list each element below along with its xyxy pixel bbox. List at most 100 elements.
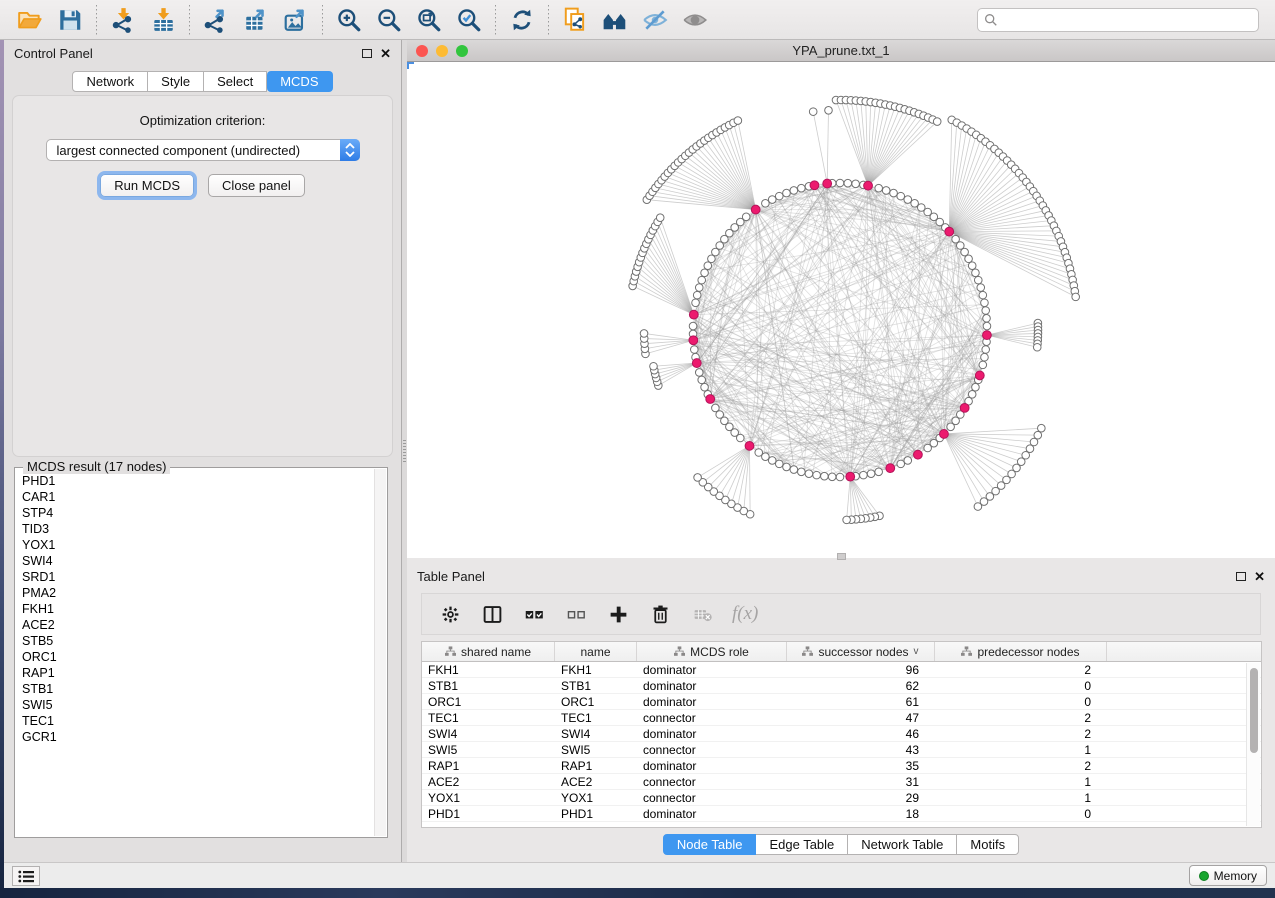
close-panel-icon[interactable]: ✕ [380, 47, 391, 60]
tab-edge-table[interactable]: Edge Table [756, 834, 848, 855]
result-node-item[interactable]: RAP1 [22, 665, 373, 681]
first-neighbors-button[interactable] [595, 4, 635, 36]
column-header-shared-name[interactable]: shared name [422, 642, 555, 661]
column-header-successor-nodes[interactable]: successor nodesv [787, 642, 935, 661]
cell-shared-name[interactable]: TEC1 [422, 710, 555, 725]
float-panel-icon[interactable] [362, 49, 372, 58]
tab-mcds[interactable]: MCDS [267, 71, 332, 92]
refresh-button[interactable] [502, 4, 542, 36]
result-node-item[interactable]: ACE2 [22, 617, 373, 633]
table-scrollbar-thumb[interactable] [1250, 668, 1258, 753]
hide-selected-button[interactable] [635, 4, 675, 36]
result-scrollbar[interactable] [374, 469, 386, 836]
cell-MCDS-role[interactable]: dominator [637, 662, 787, 677]
memory-button[interactable]: Memory [1189, 865, 1267, 886]
add-column-button[interactable] [606, 602, 630, 626]
cell-MCDS-role[interactable]: connector [637, 790, 787, 805]
show-all-button[interactable] [675, 4, 715, 36]
result-node-item[interactable]: SWI5 [22, 697, 373, 713]
result-node-item[interactable]: ORC1 [22, 649, 373, 665]
gear-button[interactable] [438, 602, 462, 626]
new-network-from-selection-button[interactable] [555, 4, 595, 36]
table-row[interactable]: PHD1PHD1dominator180 [422, 806, 1261, 822]
cell-successor-nodes[interactable]: 62 [787, 678, 935, 693]
import-table-button[interactable] [143, 4, 183, 36]
result-node-item[interactable]: SRD1 [22, 569, 373, 585]
splitter-grip[interactable] [837, 553, 846, 560]
cell-predecessor-nodes[interactable]: 2 [935, 726, 1107, 741]
cell-shared-name[interactable]: SWI5 [422, 742, 555, 757]
result-node-item[interactable]: PHD1 [22, 473, 373, 489]
cell-successor-nodes[interactable]: 29 [787, 790, 935, 805]
cell-name[interactable]: ORC1 [555, 694, 637, 709]
result-node-item[interactable]: TEC1 [22, 713, 373, 729]
cell-MCDS-role[interactable]: connector [637, 774, 787, 789]
cell-shared-name[interactable]: ORC1 [422, 694, 555, 709]
run-mcds-button[interactable]: Run MCDS [100, 174, 194, 197]
result-node-item[interactable]: FKH1 [22, 601, 373, 617]
table-scrollbar[interactable] [1246, 663, 1260, 826]
cell-shared-name[interactable]: STB1 [422, 678, 555, 693]
minimize-window-icon[interactable] [436, 45, 448, 57]
cell-predecessor-nodes[interactable]: 2 [935, 758, 1107, 773]
tab-style[interactable]: Style [148, 71, 204, 92]
export-image-button[interactable] [276, 4, 316, 36]
tab-network-table[interactable]: Network Table [848, 834, 957, 855]
task-history-button[interactable] [12, 866, 40, 886]
column-header-MCDS-role[interactable]: MCDS role [637, 642, 787, 661]
zoom-out-button[interactable] [369, 4, 409, 36]
cell-successor-nodes[interactable]: 43 [787, 742, 935, 757]
table-row[interactable]: ACE2ACE2connector311 [422, 774, 1261, 790]
tab-node-table[interactable]: Node Table [663, 834, 757, 855]
cell-predecessor-nodes[interactable]: 0 [935, 678, 1107, 693]
result-node-item[interactable]: SWI4 [22, 553, 373, 569]
cell-MCDS-role[interactable]: dominator [637, 694, 787, 709]
cell-name[interactable]: ACE2 [555, 774, 637, 789]
table-row[interactable]: YOX1YOX1connector291 [422, 790, 1261, 806]
tab-motifs[interactable]: Motifs [957, 834, 1019, 855]
table-row[interactable]: RAP1RAP1dominator352 [422, 758, 1261, 774]
close-panel-button[interactable]: Close panel [208, 174, 305, 197]
network-titlebar[interactable]: YPA_prune.txt_1 [407, 40, 1275, 62]
cell-name[interactable]: YOX1 [555, 790, 637, 805]
result-node-item[interactable]: STB1 [22, 681, 373, 697]
column-header-name[interactable]: name [555, 642, 637, 661]
zoom-fit-button[interactable] [409, 4, 449, 36]
cell-MCDS-role[interactable]: dominator [637, 806, 787, 821]
zoom-in-button[interactable] [329, 4, 369, 36]
table-row[interactable]: ORC1ORC1dominator610 [422, 694, 1261, 710]
cell-MCDS-role[interactable]: dominator [637, 758, 787, 773]
cell-predecessor-nodes[interactable]: 1 [935, 742, 1107, 757]
cell-successor-nodes[interactable]: 96 [787, 662, 935, 677]
column-header-predecessor-nodes[interactable]: predecessor nodes [935, 642, 1107, 661]
cell-successor-nodes[interactable]: 61 [787, 694, 935, 709]
save-button[interactable] [50, 4, 90, 36]
cell-shared-name[interactable]: SWI4 [422, 726, 555, 741]
table-row[interactable]: STB1STB1dominator620 [422, 678, 1261, 694]
cell-name[interactable]: STB1 [555, 678, 637, 693]
column-browser-button[interactable] [480, 602, 504, 626]
cell-predecessor-nodes[interactable]: 1 [935, 790, 1107, 805]
export-table-button[interactable] [236, 4, 276, 36]
deselect-all-button[interactable] [564, 602, 588, 626]
mcds-result-list[interactable]: PHD1CAR1STP4TID3YOX1SWI4SRD1PMA2FKH1ACE2… [22, 473, 373, 835]
cell-predecessor-nodes[interactable]: 2 [935, 710, 1107, 725]
result-node-item[interactable]: TID3 [22, 521, 373, 537]
import-network-button[interactable] [103, 4, 143, 36]
network-canvas[interactable] [407, 62, 1275, 558]
table-row[interactable]: FKH1FKH1dominator962 [422, 662, 1261, 678]
cell-name[interactable]: RAP1 [555, 758, 637, 773]
search-input[interactable] [1002, 10, 1252, 30]
cell-MCDS-role[interactable]: dominator [637, 678, 787, 693]
result-node-item[interactable]: YOX1 [22, 537, 373, 553]
cell-name[interactable]: SWI5 [555, 742, 637, 757]
cell-predecessor-nodes[interactable]: 0 [935, 694, 1107, 709]
export-network-button[interactable] [196, 4, 236, 36]
close-table-panel-icon[interactable]: ✕ [1254, 570, 1265, 583]
cell-shared-name[interactable]: PHD1 [422, 806, 555, 821]
delete-column-button[interactable] [648, 602, 672, 626]
cell-shared-name[interactable]: RAP1 [422, 758, 555, 773]
cell-name[interactable]: PHD1 [555, 806, 637, 821]
cell-predecessor-nodes[interactable]: 1 [935, 774, 1107, 789]
maximize-window-icon[interactable] [456, 45, 468, 57]
